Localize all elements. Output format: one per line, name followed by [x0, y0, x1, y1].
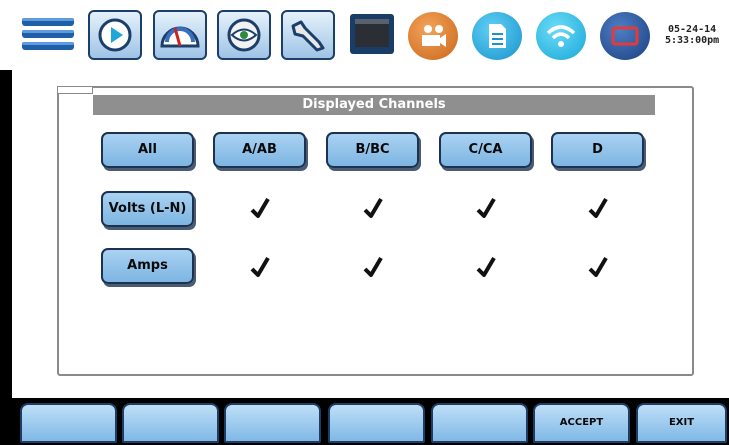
amps-c-checkbox[interactable] [476, 256, 496, 278]
amps-b-checkbox[interactable] [363, 256, 383, 278]
gauge-icon[interactable] [153, 10, 207, 60]
amps-row-button[interactable]: Amps [101, 248, 194, 284]
channel-c-ca-button[interactable]: C/CA [439, 132, 532, 168]
document-icon[interactable] [472, 12, 522, 60]
volts-row-button[interactable]: Volts (L-N) [101, 191, 194, 227]
amps-a-checkbox[interactable] [250, 256, 270, 278]
monitor-icon[interactable] [346, 10, 400, 60]
function-key-2[interactable] [122, 403, 219, 443]
panel-tab [57, 86, 93, 94]
function-key-3[interactable] [224, 403, 321, 443]
camera-icon[interactable] [408, 12, 458, 60]
amps-d-checkbox[interactable] [588, 256, 608, 278]
date-time: 05-24-14 5:33:00pm [665, 24, 719, 46]
channel-a-ab-button[interactable]: A/AB [213, 132, 306, 168]
wrench-icon[interactable] [281, 10, 335, 60]
volts-d-checkbox[interactable] [588, 197, 608, 219]
channel-all-button[interactable]: All [101, 132, 194, 168]
panel-title: Displayed Channels [93, 95, 655, 115]
function-key-4[interactable] [328, 403, 425, 443]
function-key-5[interactable] [431, 403, 528, 443]
channel-d-button[interactable]: D [551, 132, 644, 168]
eye-icon[interactable] [217, 10, 271, 60]
accept-button[interactable]: ACCEPT [533, 403, 630, 443]
left-edge-bar [0, 70, 12, 400]
channel-b-bc-button[interactable]: B/BC [326, 132, 419, 168]
time-text: 5:33:00pm [665, 35, 720, 46]
top-toolbar: 05-24-14 5:33:00pm [0, 0, 729, 70]
play-icon[interactable] [88, 10, 142, 60]
menu-icon[interactable] [20, 10, 78, 60]
screen-icon[interactable] [600, 12, 650, 60]
wifi-icon[interactable] [536, 12, 586, 60]
exit-button[interactable]: EXIT [636, 403, 727, 443]
date-text: 05-24-14 [668, 24, 717, 35]
volts-a-checkbox[interactable] [250, 197, 270, 219]
displayed-channels-panel [57, 86, 694, 376]
volts-b-checkbox[interactable] [363, 197, 383, 219]
volts-c-checkbox[interactable] [476, 197, 496, 219]
function-key-1[interactable] [20, 403, 117, 443]
